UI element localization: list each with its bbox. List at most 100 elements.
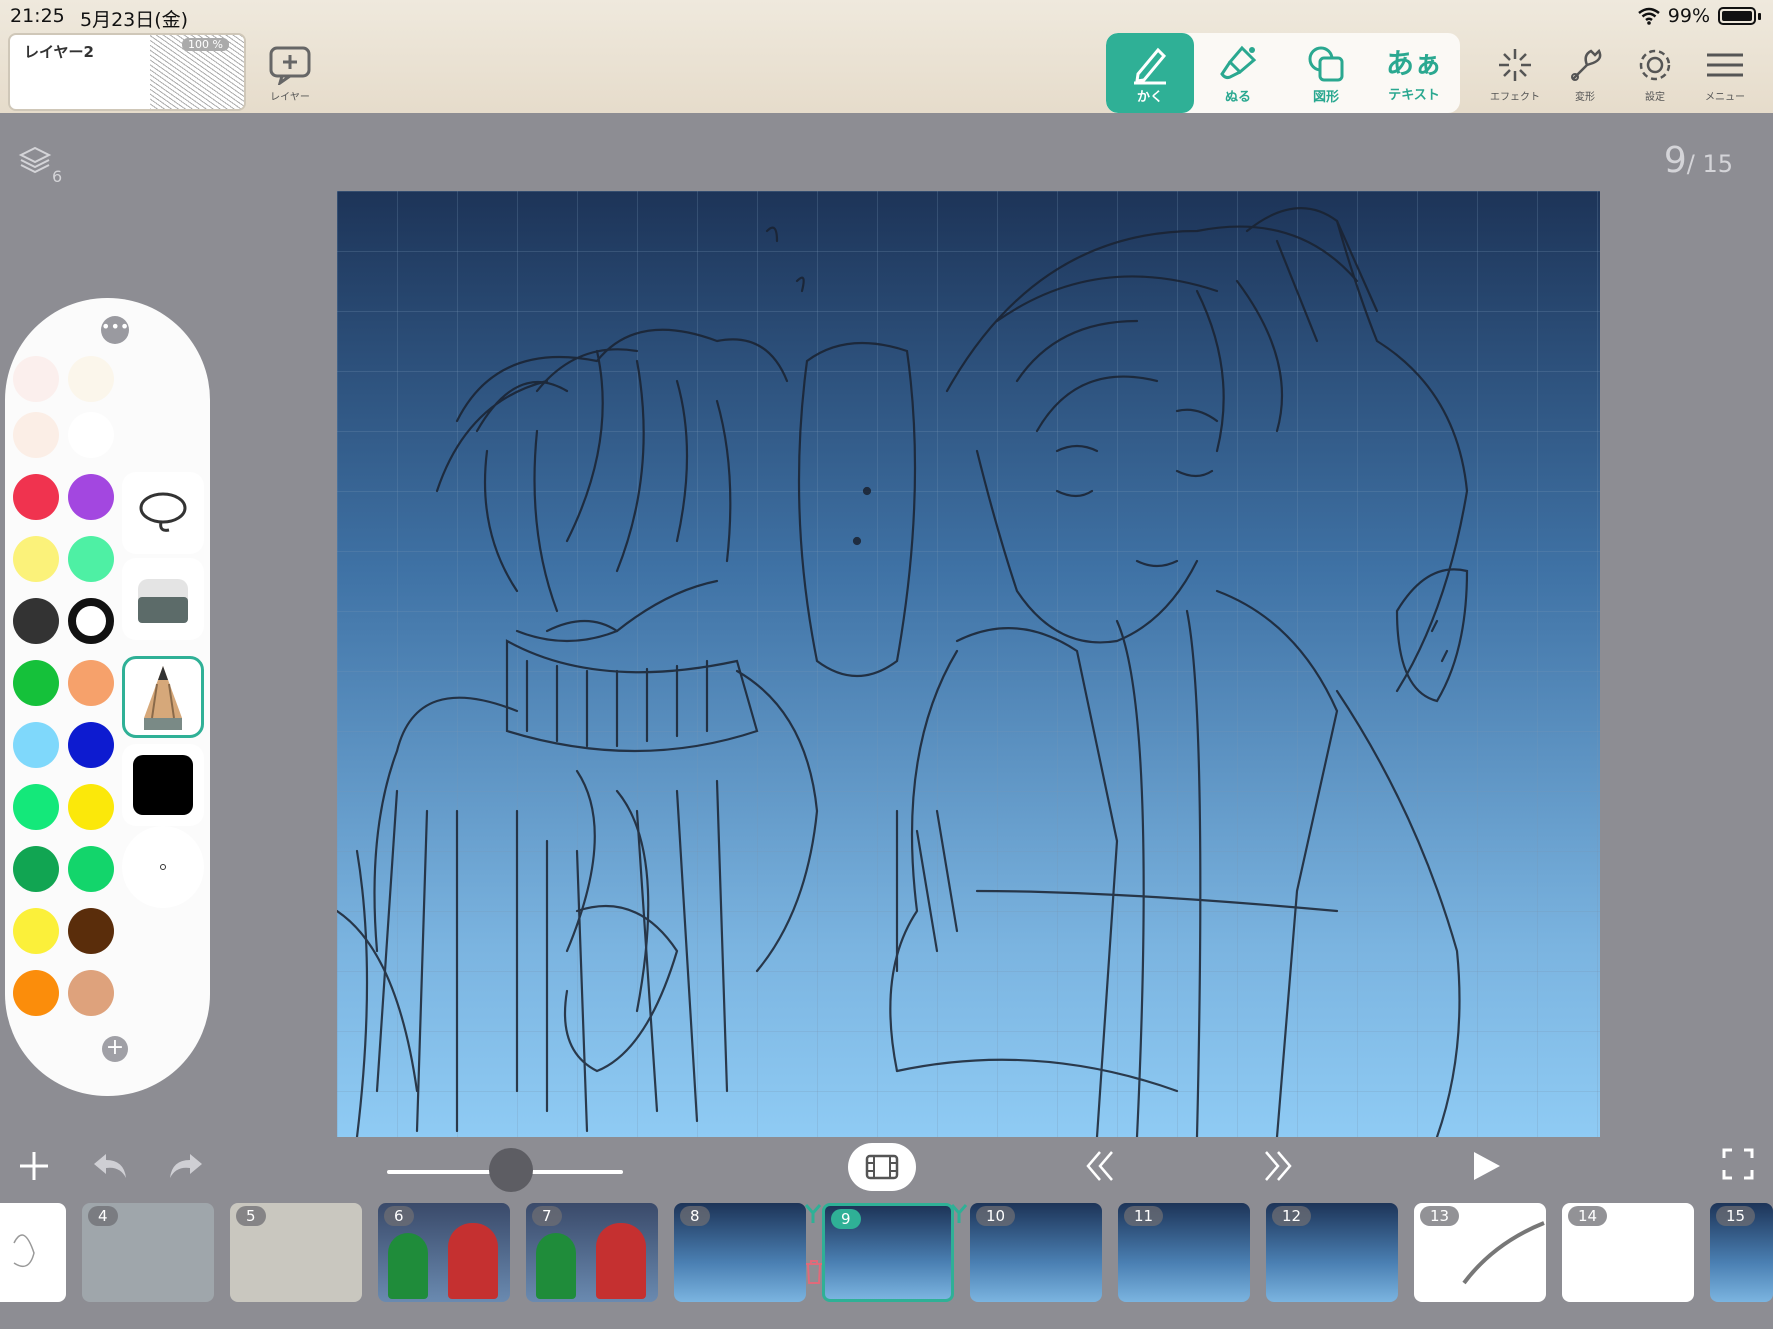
frame-thumbnail[interactable]: 10 [970,1203,1102,1302]
add-page-icon[interactable] [16,1148,52,1184]
frame-thumbnail[interactable]: 15 [1710,1203,1773,1302]
frame-thumbnail[interactable]: 8 [674,1203,806,1302]
color-swatch[interactable] [68,908,114,954]
shape-icon [1308,46,1344,81]
color-swatch[interactable] [13,722,59,768]
prev-frame-icon[interactable] [1082,1148,1122,1184]
frame-thumbnail[interactable]: 13 [1414,1203,1546,1302]
onion-marker-left-icon[interactable] [804,1203,822,1225]
tool-draw-tab[interactable]: かく [1106,33,1194,113]
gear-icon [1639,49,1671,81]
lasso-tool-button[interactable] [122,472,204,554]
tool-shape-tab[interactable]: 図形 [1282,33,1370,113]
brush-size-button[interactable] [122,826,204,908]
tool-label: 設定 [1645,92,1665,103]
color-swatch[interactable] [13,474,59,520]
add-color-button[interactable]: + [102,1036,128,1062]
color-swatch[interactable] [68,536,114,582]
frame-thumbnail[interactable]: 5 [230,1203,362,1302]
frame-number: 15 [1716,1206,1756,1226]
color-swatch[interactable] [68,356,114,402]
frame-number: 5 [236,1206,266,1226]
color-swatch[interactable] [13,356,59,402]
status-right: 99% [1637,5,1761,27]
tool-tabs: かく ぬる 図形 あぁ テキスト [1106,33,1460,113]
frame-thumbnail[interactable]: 6 [378,1203,510,1302]
frame-number: 9 [831,1209,861,1229]
fullscreen-icon[interactable] [1722,1148,1754,1180]
color-palette-panel: ••• + [5,298,210,1096]
tool-label: エフェクト [1490,92,1540,103]
color-swatch[interactable] [68,412,114,458]
tool-fill-tab[interactable]: ぬる [1194,33,1282,113]
transform-button[interactable]: 変形 [1560,45,1610,103]
palette-more-button[interactable]: ••• [101,316,129,344]
frame-thumbnail[interactable]: 12 [1266,1203,1398,1302]
add-layer-button[interactable]: レイヤー [268,45,312,105]
layer-opacity: 100 % [182,38,229,51]
color-swatch-selected[interactable] [68,598,114,644]
pencil-tool-button[interactable] [122,656,204,738]
tool-label: ぬる [1224,89,1251,105]
color-swatch[interactable] [68,970,114,1016]
wrench-icon [1571,48,1602,81]
menu-button[interactable]: メニュー [1700,45,1750,103]
frame-thumbnail[interactable]: 4 [82,1203,214,1302]
layers-indicator[interactable]: 6 [18,145,62,186]
battery-percent: 99% [1667,5,1710,27]
color-swatch[interactable] [13,970,59,1016]
current-color-button[interactable] [122,744,204,826]
sparkle-icon [1499,49,1531,81]
color-swatch[interactable] [68,474,114,520]
layer-name: レイヤー2 [24,43,94,61]
current-layer-thumbnail[interactable]: レイヤー2 100 % [8,33,246,111]
add-layer-label: レイヤー [270,92,310,103]
color-swatch[interactable] [68,722,114,768]
drawing-canvas[interactable] [337,191,1600,1137]
color-swatch[interactable] [68,784,114,830]
frame-thumbnail[interactable] [0,1203,66,1302]
color-swatch[interactable] [13,908,59,954]
page-current: 9 [1663,140,1687,181]
onion-marker-right-icon[interactable] [950,1203,968,1225]
frame-thumbnail[interactable]: 14 [1562,1203,1694,1302]
opacity-slider-knob[interactable] [489,1148,533,1192]
frame-figure [596,1223,646,1299]
color-swatch[interactable] [13,784,59,830]
eraser-tool-button[interactable] [122,558,204,640]
color-swatch[interactable] [68,660,114,706]
layers-icon [18,146,52,174]
lasso-icon [139,492,187,532]
frame-number: 11 [1124,1206,1164,1226]
color-swatch[interactable] [13,660,59,706]
color-swatch[interactable] [13,412,59,458]
color-swatch[interactable] [13,536,59,582]
top-right-tools: エフェクト 変形 設定 メニュー [1490,45,1750,103]
next-frame-icon[interactable] [1256,1148,1296,1184]
settings-button[interactable]: 設定 [1630,45,1680,103]
frame-thumbnail[interactable]: 11 [1118,1203,1250,1302]
frame-number: 6 [384,1206,414,1226]
undo-icon[interactable] [90,1148,130,1184]
top-bar: 21:25 5月23日(金) 99% レイヤー2 100 % レイヤー かく ぬ… [0,0,1773,113]
frame-thumbnail-current[interactable]: 9 [822,1203,954,1302]
wifi-icon [1637,7,1660,25]
animation-mode-button[interactable] [848,1143,916,1191]
color-swatch[interactable] [68,846,114,892]
page-indicator: 9/ 15 [1664,140,1733,181]
effect-button[interactable]: エフェクト [1490,45,1540,103]
tool-label: かく [1136,89,1163,105]
sketch-drawing [337,207,1469,1137]
page-total: / 15 [1686,150,1733,178]
tool-text-tab[interactable]: あぁ テキスト [1370,33,1458,113]
trash-icon[interactable] [804,1259,824,1285]
frame-number: 14 [1568,1206,1608,1226]
frame-number: 12 [1272,1206,1312,1226]
color-swatch[interactable] [13,846,59,892]
frame-number: 7 [532,1206,562,1226]
color-swatch[interactable] [13,598,59,644]
play-icon[interactable] [1468,1148,1504,1184]
frame-thumbnail[interactable]: 7 [526,1203,658,1302]
frame-number: 10 [976,1206,1016,1226]
redo-icon[interactable] [166,1148,206,1184]
